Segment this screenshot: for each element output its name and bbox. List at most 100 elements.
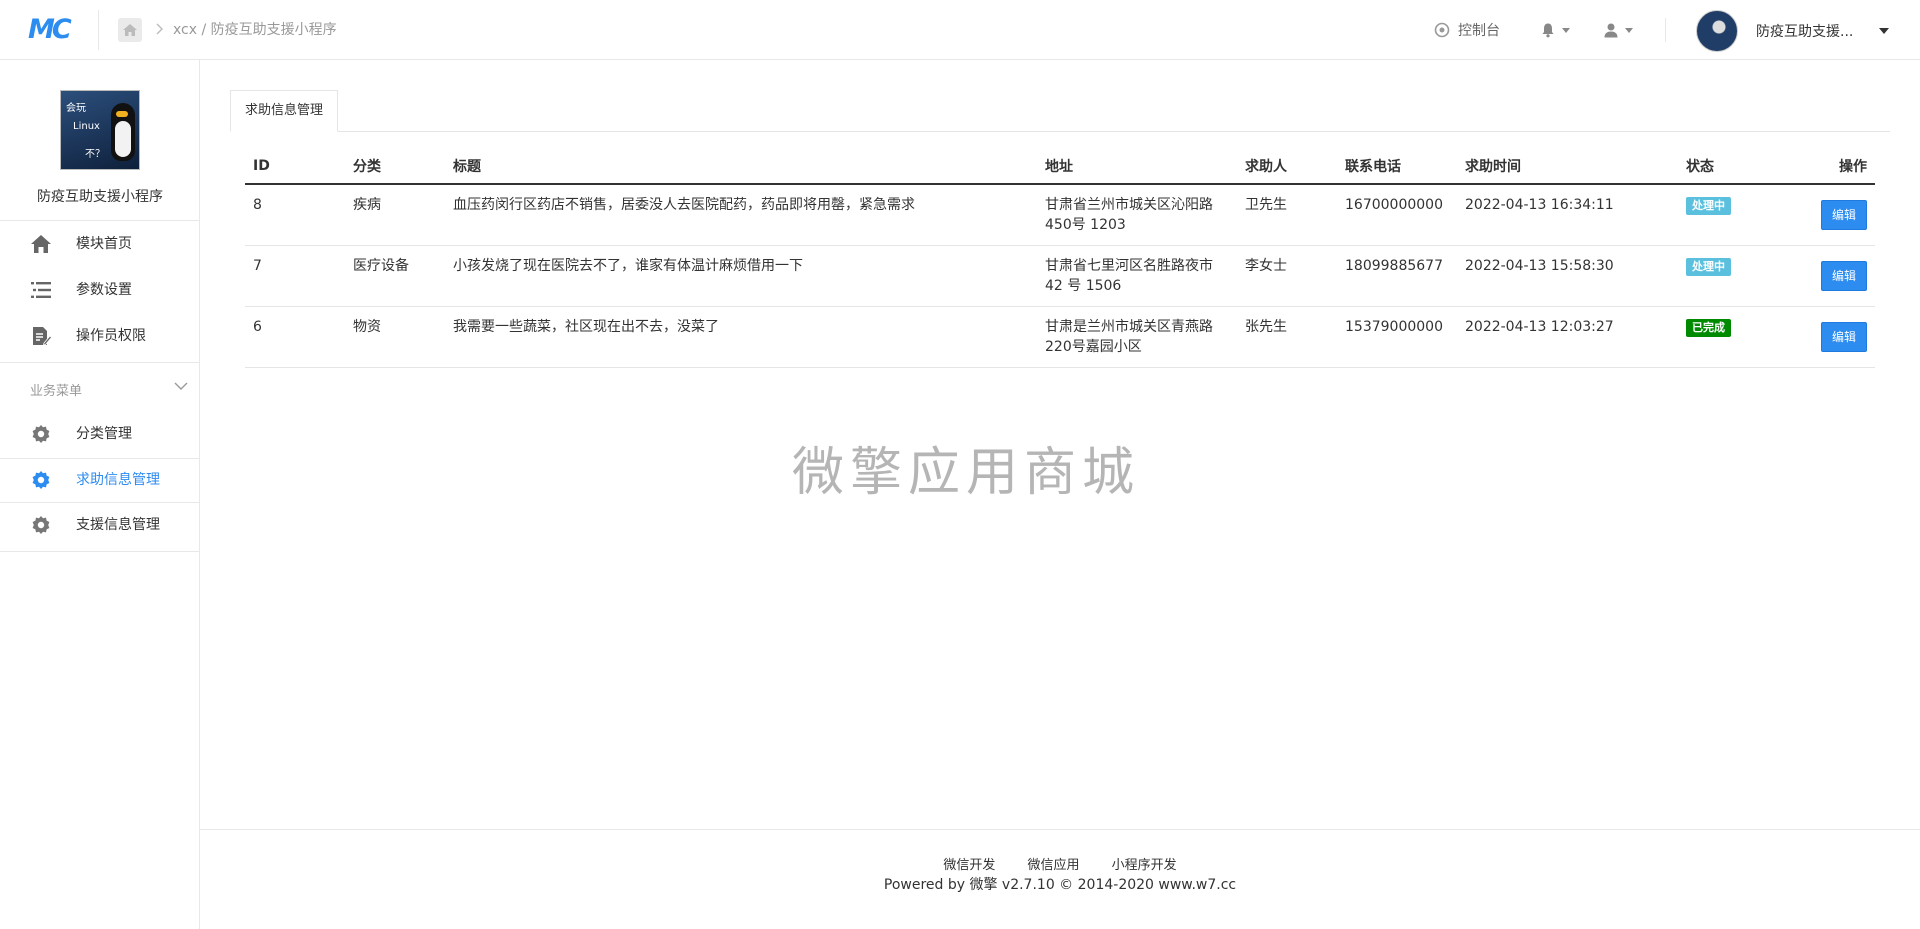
- footer-link[interactable]: 小程序开发: [1112, 858, 1177, 873]
- caret-down-icon: [1625, 27, 1633, 33]
- divider: [0, 551, 200, 552]
- table-row: 7 医疗设备 小孩发烧了现在医院去不了，谁家有体温计麻烦借用一下 甘肃省七里河区…: [245, 245, 1875, 307]
- tab-help-info-management[interactable]: 求助信息管理: [230, 90, 339, 132]
- console-link[interactable]: 控制台: [1434, 18, 1500, 42]
- cell-requester: 张先生: [1237, 306, 1337, 368]
- cell-time: 2022-04-13 16:34:11: [1457, 184, 1678, 246]
- cell-requester: 卫先生: [1237, 184, 1337, 246]
- watermark-text: 微擎应用商城: [792, 443, 1141, 503]
- sidebar-group-business-menu[interactable]: 业务菜单: [0, 370, 200, 410]
- cell-requester: 李女士: [1237, 245, 1337, 307]
- cell-status: 已完成: [1678, 306, 1788, 368]
- col-header-category: 分类: [345, 148, 445, 185]
- status-badge: 已完成: [1686, 319, 1731, 337]
- sidebar-item-operator-permissions[interactable]: 操作员权限: [0, 314, 200, 358]
- cell-address: 甘肃是兰州市城关区青燕路220号嘉园小区: [1037, 306, 1237, 368]
- group-label: 业务菜单: [30, 384, 83, 399]
- dashboard-icon: [1434, 22, 1450, 38]
- cell-title: 小孩发烧了现在医院去不了，谁家有体温计麻烦借用一下: [445, 245, 1037, 307]
- top-navbar: MC xcx / 防疫互助支援小程序 控制台 防疫互助支援...: [0, 0, 1920, 60]
- cell-id: 7: [245, 245, 345, 307]
- sidebar-item-label: 操作员权限: [76, 328, 146, 344]
- sidebar-item-category-management[interactable]: 分类管理: [0, 412, 200, 456]
- caret-down-icon: [1879, 28, 1890, 34]
- help-info-table: ID 分类 标题 地址 求助人 联系电话 求助时间 状态 操作 8 疾病 血压药…: [245, 148, 1875, 368]
- col-header-time: 求助时间: [1457, 148, 1678, 185]
- cell-category: 物资: [345, 306, 445, 368]
- notification-button[interactable]: [1540, 18, 1570, 42]
- sidebar-item-label: 模块首页: [76, 236, 132, 252]
- col-header-id: ID: [245, 148, 345, 185]
- console-label: 控制台: [1458, 23, 1500, 39]
- cell-phone: 15379000000: [1337, 306, 1457, 368]
- sidebar-item-label: 分类管理: [76, 426, 132, 442]
- breadcrumb[interactable]: xcx / 防疫互助支援小程序: [173, 20, 337, 40]
- chevron-down-icon: [174, 382, 188, 390]
- col-header-address: 地址: [1037, 148, 1237, 185]
- home-icon: [123, 24, 137, 36]
- cell-time: 2022-04-13 12:03:27: [1457, 306, 1678, 368]
- footer-links: 微信开发 微信应用 小程序开发: [200, 854, 1920, 873]
- gear-icon: [30, 424, 52, 444]
- sidebar-item-label: 参数设置: [76, 282, 132, 298]
- status-badge: 处理中: [1686, 258, 1731, 276]
- sidebar-item-label: 支援信息管理: [76, 517, 160, 533]
- cell-action: 编辑: [1788, 245, 1875, 307]
- cell-action: 编辑: [1788, 306, 1875, 368]
- list-icon: [30, 280, 52, 300]
- home-icon: [30, 234, 52, 254]
- avatar-text: Linux: [73, 121, 100, 132]
- bell-icon: [1542, 23, 1554, 38]
- account-menu[interactable]: 防疫互助支援...: [1696, 10, 1890, 52]
- cell-status: 处理中: [1678, 245, 1788, 307]
- cell-title: 我需要一些蔬菜，社区现在出不去，没菜了: [445, 306, 1037, 368]
- table-row: 6 物资 我需要一些蔬菜，社区现在出不去，没菜了 甘肃是兰州市城关区青燕路220…: [245, 306, 1875, 368]
- edit-button[interactable]: 编辑: [1820, 322, 1867, 352]
- table-row: 8 疾病 血压药闵行区药店不销售，居委没人去医院配药，药品即将用罄，紧急需求 甘…: [245, 184, 1875, 246]
- user-menu-button[interactable]: [1603, 18, 1633, 42]
- gear-icon: [30, 470, 52, 490]
- cell-id: 6: [245, 306, 345, 368]
- divider: [98, 10, 99, 50]
- penguin-image: [115, 121, 131, 157]
- cell-category: 医疗设备: [345, 245, 445, 307]
- main-content: 求助信息管理 ID 分类 标题 地址 求助人 联系电话 求助时间 状态 操作 8…: [200, 60, 1920, 929]
- chevron-right-icon: [153, 19, 167, 39]
- edit-button[interactable]: 编辑: [1820, 261, 1867, 291]
- cell-category: 疾病: [345, 184, 445, 246]
- footer: 微信开发 微信应用 小程序开发 Powered by 微擎 v2.7.10 © …: [200, 829, 1920, 929]
- edit-doc-icon: [30, 326, 52, 346]
- gear-icon: [30, 515, 52, 535]
- cell-action: 编辑: [1788, 184, 1875, 246]
- sidebar-item-help-info-management[interactable]: 求助信息管理: [0, 458, 200, 502]
- account-name: 防疫互助支援...: [1756, 24, 1854, 40]
- home-button[interactable]: [118, 18, 142, 42]
- cell-status: 处理中: [1678, 184, 1788, 246]
- sidebar-item-label: 求助信息管理: [76, 472, 160, 488]
- cell-title: 血压药闵行区药店不销售，居委没人去医院配药，药品即将用罄，紧急需求: [445, 184, 1037, 246]
- divider: [0, 362, 200, 363]
- penguin-image: [116, 111, 128, 117]
- caret-down-icon: [1562, 27, 1570, 33]
- avatar-text: 会玩: [66, 103, 86, 114]
- cell-address: 甘肃省七里河区名胜路夜市42 号 1506: [1037, 245, 1237, 307]
- app-name: 防疫互助支援小程序: [37, 189, 163, 205]
- col-header-title: 标题: [445, 148, 1037, 185]
- col-header-phone: 联系电话: [1337, 148, 1457, 185]
- cell-address: 甘肃省兰州市城关区沁阳路450号 1203: [1037, 184, 1237, 246]
- cell-phone: 18099885677: [1337, 245, 1457, 307]
- edit-button[interactable]: 编辑: [1820, 200, 1867, 230]
- breadcrumb-text[interactable]: xcx / 防疫互助支援小程序: [173, 22, 337, 38]
- avatar-text: 不？: [85, 149, 105, 160]
- footer-link[interactable]: 微信开发: [943, 858, 995, 873]
- footer-copyright: Powered by 微擎 v2.7.10 © 2014-2020 www.w7…: [883, 877, 1237, 893]
- divider: [1665, 18, 1666, 42]
- footer-link[interactable]: 微信应用: [1027, 858, 1079, 873]
- col-header-requester: 求助人: [1237, 148, 1337, 185]
- sidebar-item-home[interactable]: 模块首页: [0, 222, 200, 266]
- brand-logo[interactable]: MC: [28, 14, 78, 46]
- cell-time: 2022-04-13 15:58:30: [1457, 245, 1678, 307]
- avatar: [1696, 10, 1738, 52]
- sidebar-item-support-info-management[interactable]: 支援信息管理: [0, 503, 200, 547]
- sidebar-item-settings[interactable]: 参数设置: [0, 268, 200, 312]
